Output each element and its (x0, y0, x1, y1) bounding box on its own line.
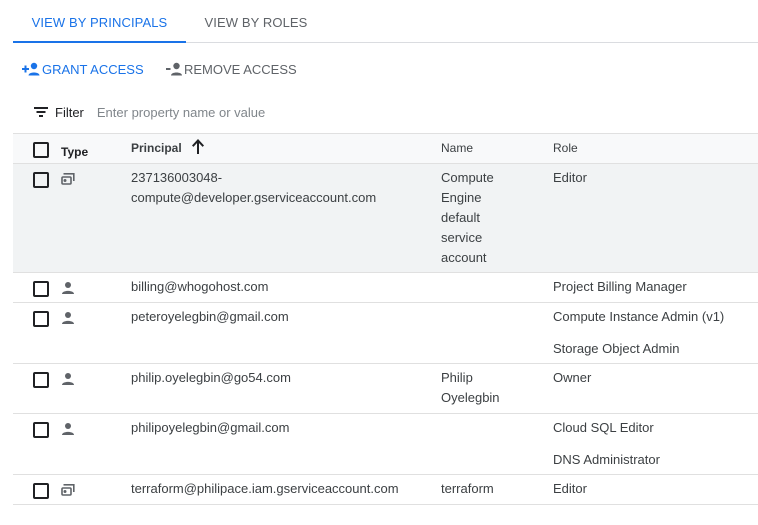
principal-cell: 237136003048- compute@developer.gservicea… (131, 168, 431, 208)
role-text: Owner (553, 370, 592, 385)
row-checkbox-cell (33, 172, 49, 188)
principal-text: billing@whogohost.com (131, 279, 269, 294)
role-text: Editor (553, 481, 587, 496)
name-cell: Compute Engine default service account (441, 168, 531, 268)
column-header-name: Name (441, 141, 474, 155)
row-checkbox[interactable] (33, 172, 49, 188)
filter-icon[interactable] (33, 105, 49, 119)
row-checkbox[interactable] (33, 372, 49, 388)
principal-cell: terraform@philipace.iam.gserviceaccount.… (131, 479, 431, 499)
table-row: terraform@philipace.iam.gserviceaccount.… (13, 475, 758, 505)
role-text: Editor (553, 170, 587, 185)
name-text: Oyelegbin (441, 390, 500, 405)
role-cell: Editor (553, 479, 753, 499)
principal-text: 237136003048- (131, 170, 223, 185)
select-all-checkbox[interactable] (33, 142, 49, 158)
role-text: Storage Object Admin (553, 341, 680, 356)
arrow-up-icon[interactable] (191, 139, 205, 154)
filter-label: Filter (55, 104, 84, 120)
table-row: philipoyelegbin@gmail.com Cloud SQL Edito… (13, 414, 758, 475)
row-checkbox-cell (33, 372, 49, 388)
column-header-principal[interactable]: Principal (131, 138, 431, 158)
name-text: Engine (441, 190, 482, 205)
principal-text: philipoyelegbin@gmail.com (131, 420, 290, 435)
tab-view-by-principals[interactable]: VIEW BY PRINCIPALS (13, 0, 186, 43)
role-text: Cloud SQL Editor (553, 420, 654, 435)
grant-access-button[interactable]: GRANT ACCESS (22, 58, 144, 80)
remove-access-label: REMOVE ACCESS (184, 61, 297, 77)
row-checkbox[interactable] (33, 281, 49, 297)
role-cell: Editor (553, 168, 753, 188)
principal-cell: philip.oyelegbin@go54.com (131, 368, 431, 388)
name-text: account (441, 250, 487, 265)
service-account-icon (61, 483, 77, 503)
role-text: Project Billing Manager (553, 279, 687, 294)
principal-cell: peteroyelegbin@gmail.com (131, 307, 431, 327)
tab-label: VIEW BY ROLES (204, 15, 308, 30)
filter-input[interactable] (96, 104, 497, 120)
table-row: 237136003048- compute@developer.gservicea… (13, 164, 758, 273)
active-tab-indicator (13, 41, 186, 43)
row-checkbox-cell (33, 281, 49, 297)
table-row: peteroyelegbin@gmail.com Compute Instance… (13, 303, 758, 364)
user-icon (61, 372, 75, 392)
principal-text: terraform@philipace.iam.gserviceaccount.… (131, 481, 399, 496)
role-cell: Project Billing Manager (553, 277, 753, 297)
principal-text: philip.oyelegbin@go54.com (131, 370, 291, 385)
tab-bar: VIEW BY PRINCIPALS VIEW BY ROLES (13, 0, 758, 43)
row-checkbox[interactable] (33, 483, 49, 499)
table-row: philip.oyelegbin@go54.com Philip Oyelegbin… (13, 364, 758, 414)
remove-access-button[interactable]: REMOVE ACCESS (166, 58, 297, 80)
row-checkbox-cell (33, 422, 49, 438)
person-add-icon (22, 62, 40, 76)
name-text: terraform (441, 481, 494, 496)
name-text: Compute (441, 170, 494, 185)
row-checkbox-cell (33, 311, 49, 327)
row-checkbox-cell (33, 483, 49, 499)
table-body: 237136003048- compute@developer.gservicea… (13, 164, 758, 505)
principals-table: Type Principal Name Role 237136003048- co… (13, 133, 758, 505)
role-text: DNS Administrator (553, 452, 660, 467)
role-cell: Compute Instance Admin (v1) Storage Objec… (553, 307, 753, 359)
role-cell: Owner (553, 368, 753, 388)
filter-bar: Filter (33, 100, 497, 124)
grant-access-label: GRANT ACCESS (42, 61, 144, 77)
service-account-icon (61, 172, 77, 192)
name-text: Philip (441, 370, 473, 385)
row-checkbox[interactable] (33, 422, 49, 438)
column-header-type: Type (61, 145, 89, 159)
name-text: default (441, 210, 481, 225)
person-remove-icon (166, 62, 182, 76)
tab-view-by-roles[interactable]: VIEW BY ROLES (196, 0, 316, 42)
select-all-checkbox-cell (33, 142, 49, 158)
name-cell: Philip Oyelegbin (441, 368, 531, 408)
tab-label: VIEW BY PRINCIPALS (31, 15, 168, 30)
row-checkbox[interactable] (33, 311, 49, 327)
role-cell: Cloud SQL Editor DNS Administrator (553, 418, 753, 470)
name-text: service (441, 230, 483, 245)
table-header-row: Type Principal Name Role (13, 134, 758, 164)
role-text: Compute Instance Admin (v1) (553, 309, 725, 324)
user-icon (61, 422, 75, 442)
name-cell: terraform (441, 479, 531, 499)
user-icon (61, 281, 75, 301)
column-header-role: Role (553, 141, 578, 155)
table-row: billing@whogohost.com Project Billing Man… (13, 273, 758, 303)
principal-cell: philipoyelegbin@gmail.com (131, 418, 431, 438)
principal-cell: billing@whogohost.com (131, 277, 431, 297)
user-icon (61, 311, 75, 331)
principal-text: peteroyelegbin@gmail.com (131, 309, 289, 324)
principal-text: compute@developer.gserviceaccount.com (131, 190, 377, 205)
column-header-principal-label: Principal (131, 141, 182, 155)
